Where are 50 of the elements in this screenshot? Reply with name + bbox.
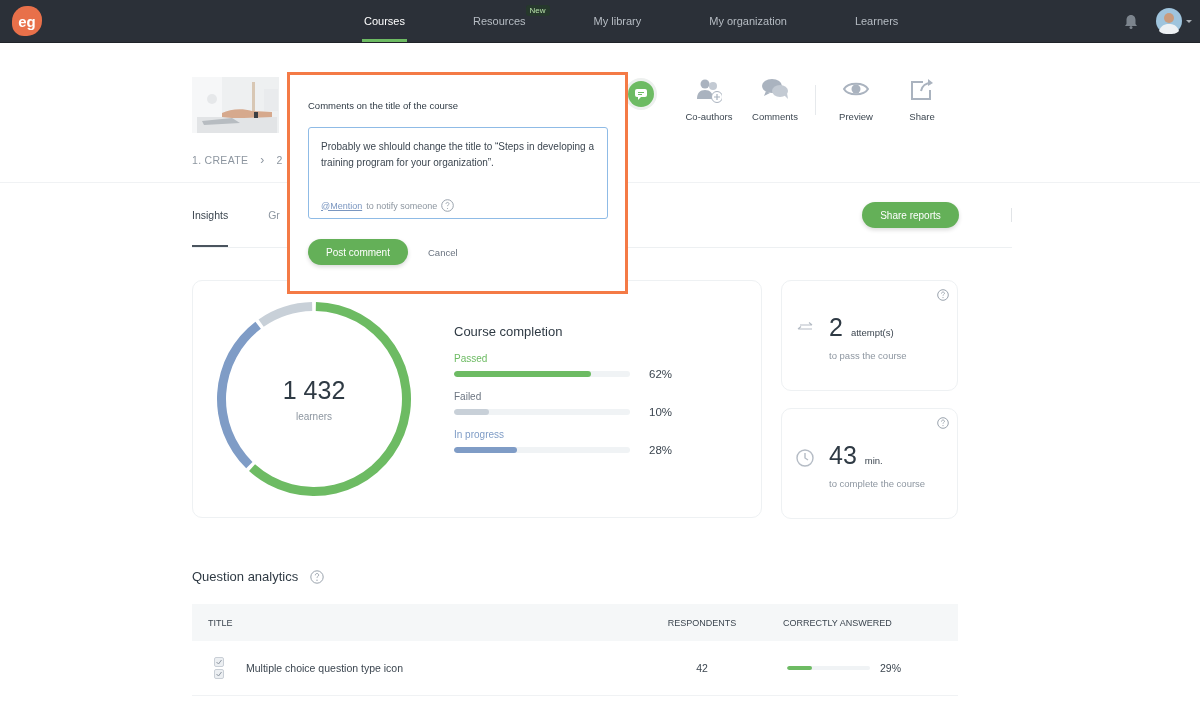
nav-tab[interactable]: My library (591, 0, 644, 42)
popup-title: Comments on the title of the course (308, 100, 459, 111)
stat-caption: to complete the course (829, 478, 926, 489)
status-label: Passed (454, 352, 489, 364)
toolbar-action[interactable]: Co-authors (679, 77, 739, 122)
help-icon (937, 417, 949, 429)
clock-icon (796, 449, 814, 467)
nav-tab[interactable]: Learners (852, 0, 901, 42)
stat-value: 2 (829, 313, 843, 342)
checkbox-pair-icon (214, 657, 224, 679)
status-label: In progress (454, 428, 506, 440)
learner-label: learners (295, 411, 333, 422)
nav-tab[interactable]: My organization (707, 0, 789, 42)
cancel-button[interactable]: Cancel (414, 246, 472, 258)
toolbar-action[interactable]: Preview (826, 77, 886, 122)
learner-total: 1 432 (282, 376, 346, 405)
section-title: Question analytics (192, 569, 299, 584)
stat-unit: attempt(s) (850, 327, 894, 338)
table-cell: 29% (880, 662, 901, 674)
stat-caption: to pass the course (829, 350, 907, 361)
help-icon (937, 289, 949, 301)
table-cell-text: 42 (695, 662, 709, 674)
percentage: 10% (649, 405, 673, 418)
mention-hint: to notify someone (366, 200, 438, 211)
report-tab[interactable]: Insights (192, 183, 229, 247)
table-cell: Multiple choice question type icon (246, 662, 403, 674)
nav-tab[interactable]: Courses (362, 0, 407, 42)
stat-value: 43 (829, 441, 857, 470)
people-add-icon (696, 77, 722, 103)
comment-field[interactable]: Probably we shlould change the title to “Steps in developing a training program for your organization”. @Mention to notify someone (308, 127, 608, 219)
user-avatar[interactable] (1156, 7, 1192, 35)
toolbar-action[interactable]: Share (892, 77, 952, 122)
percentage: 28% (649, 443, 673, 456)
bell-icon (1124, 13, 1138, 29)
new-badge: New (525, 5, 550, 16)
swap-arrows-icon (796, 321, 814, 333)
column-header[interactable]: CORRECTLY ANSWERED (772, 617, 958, 628)
card-title: Course completion (454, 323, 564, 339)
help-icon (441, 199, 455, 212)
toolbar-action[interactable]: Comments (745, 77, 805, 122)
comment-icon (635, 88, 647, 100)
stat-unit: min. (864, 455, 883, 466)
help-icon (310, 569, 325, 584)
share-icon (909, 77, 935, 103)
percentage: 62% (649, 367, 673, 380)
nav-tab[interactable]: Resources (470, 0, 528, 42)
chevron-icon: › (258, 153, 267, 167)
column-header[interactable]: TITLE (192, 617, 632, 628)
column-header[interactable]: RESPONDENTS (632, 617, 772, 628)
status-label: Failed (454, 390, 483, 402)
